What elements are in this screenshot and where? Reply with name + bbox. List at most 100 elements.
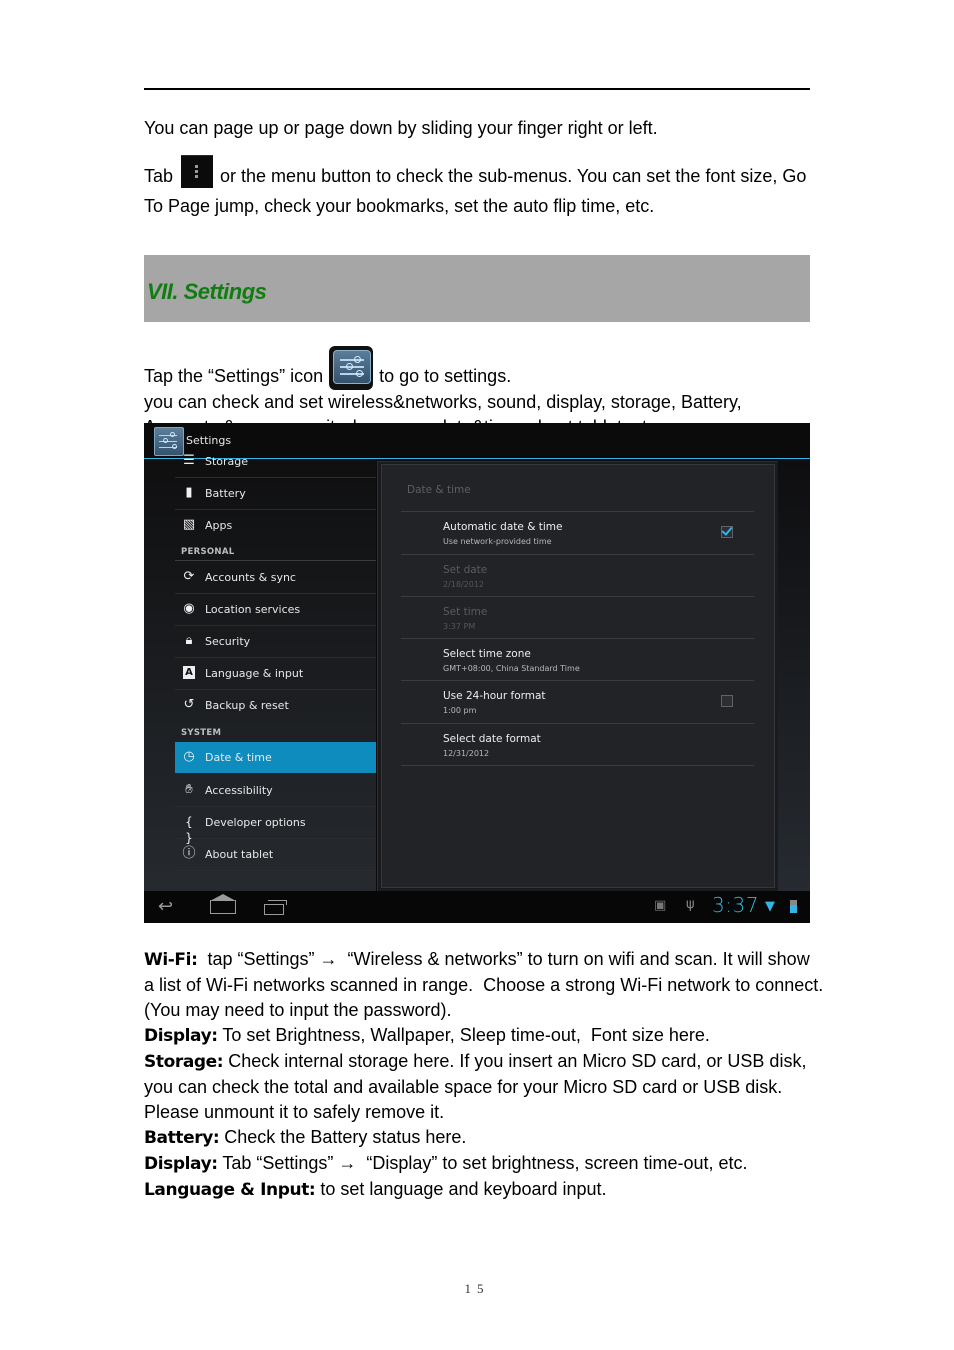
desc-battery: Battery: Check the Battery status here. xyxy=(144,1125,824,1151)
nav-item-accounts-sync[interactable]: ⟳ Accounts & sync xyxy=(175,562,376,594)
nav-item-battery[interactable]: ▮ Battery xyxy=(175,478,376,510)
nav-item-accessibility[interactable]: ✋︎ Accessibility xyxy=(175,775,376,807)
settings-app-icon xyxy=(329,346,374,390)
recent-apps-back xyxy=(268,900,287,905)
pref-title: Select date format xyxy=(443,733,541,745)
detail-pane: Date & time Automatic date & time Use ne… xyxy=(381,464,775,888)
nav-item-developer[interactable]: { } Developer options xyxy=(175,807,376,845)
desc-term: Display: xyxy=(144,1154,218,1174)
nav-item-date-time[interactable]: ◷ Date & time xyxy=(175,742,376,773)
detail-title: Date & time xyxy=(407,484,471,496)
pref-title: Automatic date & time xyxy=(443,521,563,533)
desc-text: Tab “Settings” → “Display” to set bright… xyxy=(217,1153,748,1173)
right-edge xyxy=(778,459,810,891)
feature-descriptions: Wi-Fi: tap “Settings” → “Wireless & netw… xyxy=(144,947,824,1203)
nav-item-security[interactable]: 🔒︎ Security xyxy=(175,626,376,658)
clock-icon: ◷ xyxy=(183,749,195,764)
checkbox-unchecked[interactable] xyxy=(721,695,733,707)
nav-label: Storage xyxy=(205,455,249,468)
back-icon[interactable]: ↩ xyxy=(158,896,173,917)
home-roof xyxy=(210,894,236,901)
pref-summary: 12/31/2012 xyxy=(443,749,490,758)
recent-apps-icon[interactable] xyxy=(264,904,284,915)
desc-term: Wi-Fi: xyxy=(144,950,198,970)
desc-text: Check internal storage here. If you inse… xyxy=(144,1051,812,1122)
desc-storage: Storage: Check internal storage here. If… xyxy=(144,1049,824,1125)
desc-term: Storage: xyxy=(144,1052,224,1072)
nav-item-backup[interactable]: ↺ Backup & reset xyxy=(175,690,376,721)
pref-24-hour[interactable]: Use 24-hour format 1:00 pm xyxy=(401,680,754,723)
nav-label: Accounts & sync xyxy=(205,571,296,584)
desc-term: Language & Input: xyxy=(144,1180,316,1200)
nav-label: About tablet xyxy=(205,848,274,861)
lock-icon: 🔒︎ xyxy=(185,633,193,648)
pref-time-zone[interactable]: Select time zone GMT+08:00, China Standa… xyxy=(401,638,754,681)
nav-header-system: SYSTEM xyxy=(181,728,222,738)
pref-title: Use 24-hour format xyxy=(443,690,546,702)
pref-summary: 1:00 pm xyxy=(443,706,477,715)
home-icon[interactable] xyxy=(210,900,236,914)
pref-summary: GMT+08:00, China Standard Time xyxy=(443,664,580,673)
section-title: VII. Settings xyxy=(147,279,267,304)
nav-label: Security xyxy=(205,635,251,648)
nav-label: Developer options xyxy=(205,816,306,829)
location-icon: ◉ xyxy=(183,601,195,616)
desc-text: Check the Battery status here. xyxy=(219,1127,467,1147)
desc-term: Battery: xyxy=(144,1128,220,1148)
nav-item-language[interactable]: A Language & input xyxy=(175,658,376,690)
desc-wifi: Wi-Fi: tap “Settings” → “Wireless & netw… xyxy=(144,947,824,1023)
nav-item-about[interactable]: ⓘ About tablet xyxy=(175,839,376,871)
nav-label: Language & input xyxy=(205,667,304,680)
braces-icon: { } xyxy=(185,815,193,845)
overflow-menu-icon xyxy=(181,155,214,188)
menu-suffix: or the menu button to check the sub-menu… xyxy=(144,166,807,216)
nav-item-location[interactable]: ◉ Location services xyxy=(175,594,376,626)
battery-icon: ▮ xyxy=(185,485,193,500)
divider xyxy=(401,765,754,766)
info-icon: ⓘ xyxy=(182,846,196,861)
wifi-icon: ▼ xyxy=(765,899,775,914)
desc-text: To set Brightness, Wallpaper, Sleep time… xyxy=(217,1025,710,1045)
nav-label: Apps xyxy=(205,519,233,532)
nav-label: Date & time xyxy=(205,751,272,764)
nav-item-storage[interactable]: ☰ Storage xyxy=(175,446,376,478)
nav-label: Accessibility xyxy=(205,784,273,797)
hand-icon: ✋︎ xyxy=(185,782,193,797)
settings-intro-line1: Tap the “Settings” icon to go to settings… xyxy=(144,346,824,390)
nav-label: Location services xyxy=(205,603,301,616)
pref-summary: 2/18/2012 xyxy=(443,580,485,589)
checkbox-checked[interactable] xyxy=(721,526,733,538)
sync-icon: ⟳ xyxy=(183,569,195,584)
desc-text: to set language and keyboard input. xyxy=(315,1179,607,1199)
nav-label: Backup & reset xyxy=(205,699,289,712)
header-rule xyxy=(144,88,810,90)
pref-summary: 3:37 PM xyxy=(443,622,476,631)
settings-nav: ☰ Storage ▮ Battery ▧ Apps PERSONAL ⟳ Ac… xyxy=(144,453,376,891)
pref-title: Select time zone xyxy=(443,648,531,660)
pref-date-format[interactable]: Select date format 12/31/2012 xyxy=(401,723,754,766)
language-icon: A xyxy=(183,666,195,679)
battery-status-icon xyxy=(790,900,797,913)
settings-intro-line2: you can check and set wireless&networks,… xyxy=(144,392,742,412)
desc-language: Language & Input: to set language and ke… xyxy=(144,1177,824,1203)
desc-display: Display: To set Brightness, Wallpaper, S… xyxy=(144,1023,824,1049)
desc-term: Display: xyxy=(144,1026,218,1046)
backup-icon: ↺ xyxy=(183,697,195,712)
status-clock: 3:37 xyxy=(712,893,759,917)
apps-icon: ▧ xyxy=(182,517,196,532)
intro-suffix: to go to settings. xyxy=(379,366,512,386)
system-bar: ↩ ▣ ψ 3:37 ▼ xyxy=(144,891,810,923)
nav-header-personal: PERSONAL xyxy=(181,547,235,557)
storage-icon: ☰ xyxy=(183,453,195,468)
nav-label: Battery xyxy=(205,487,246,500)
pref-set-date: Set date 2/18/2012 xyxy=(401,554,754,597)
section-header: VII. Settings xyxy=(144,255,810,322)
pref-automatic-date-time[interactable]: Automatic date & time Use network-provid… xyxy=(401,511,754,554)
usb-icon: ψ xyxy=(686,897,695,912)
nav-item-apps[interactable]: ▧ Apps xyxy=(175,510,376,541)
divider xyxy=(175,560,376,561)
desc-display-2: Display: Tab “Settings” → “Display” to s… xyxy=(144,1151,824,1177)
settings-screenshot: Settings ☰ Storage ▮ Battery ▧ Apps PERS… xyxy=(144,423,810,923)
intro-prefix: Tap the “Settings” icon xyxy=(144,366,324,386)
pref-title: Set date xyxy=(443,564,488,576)
